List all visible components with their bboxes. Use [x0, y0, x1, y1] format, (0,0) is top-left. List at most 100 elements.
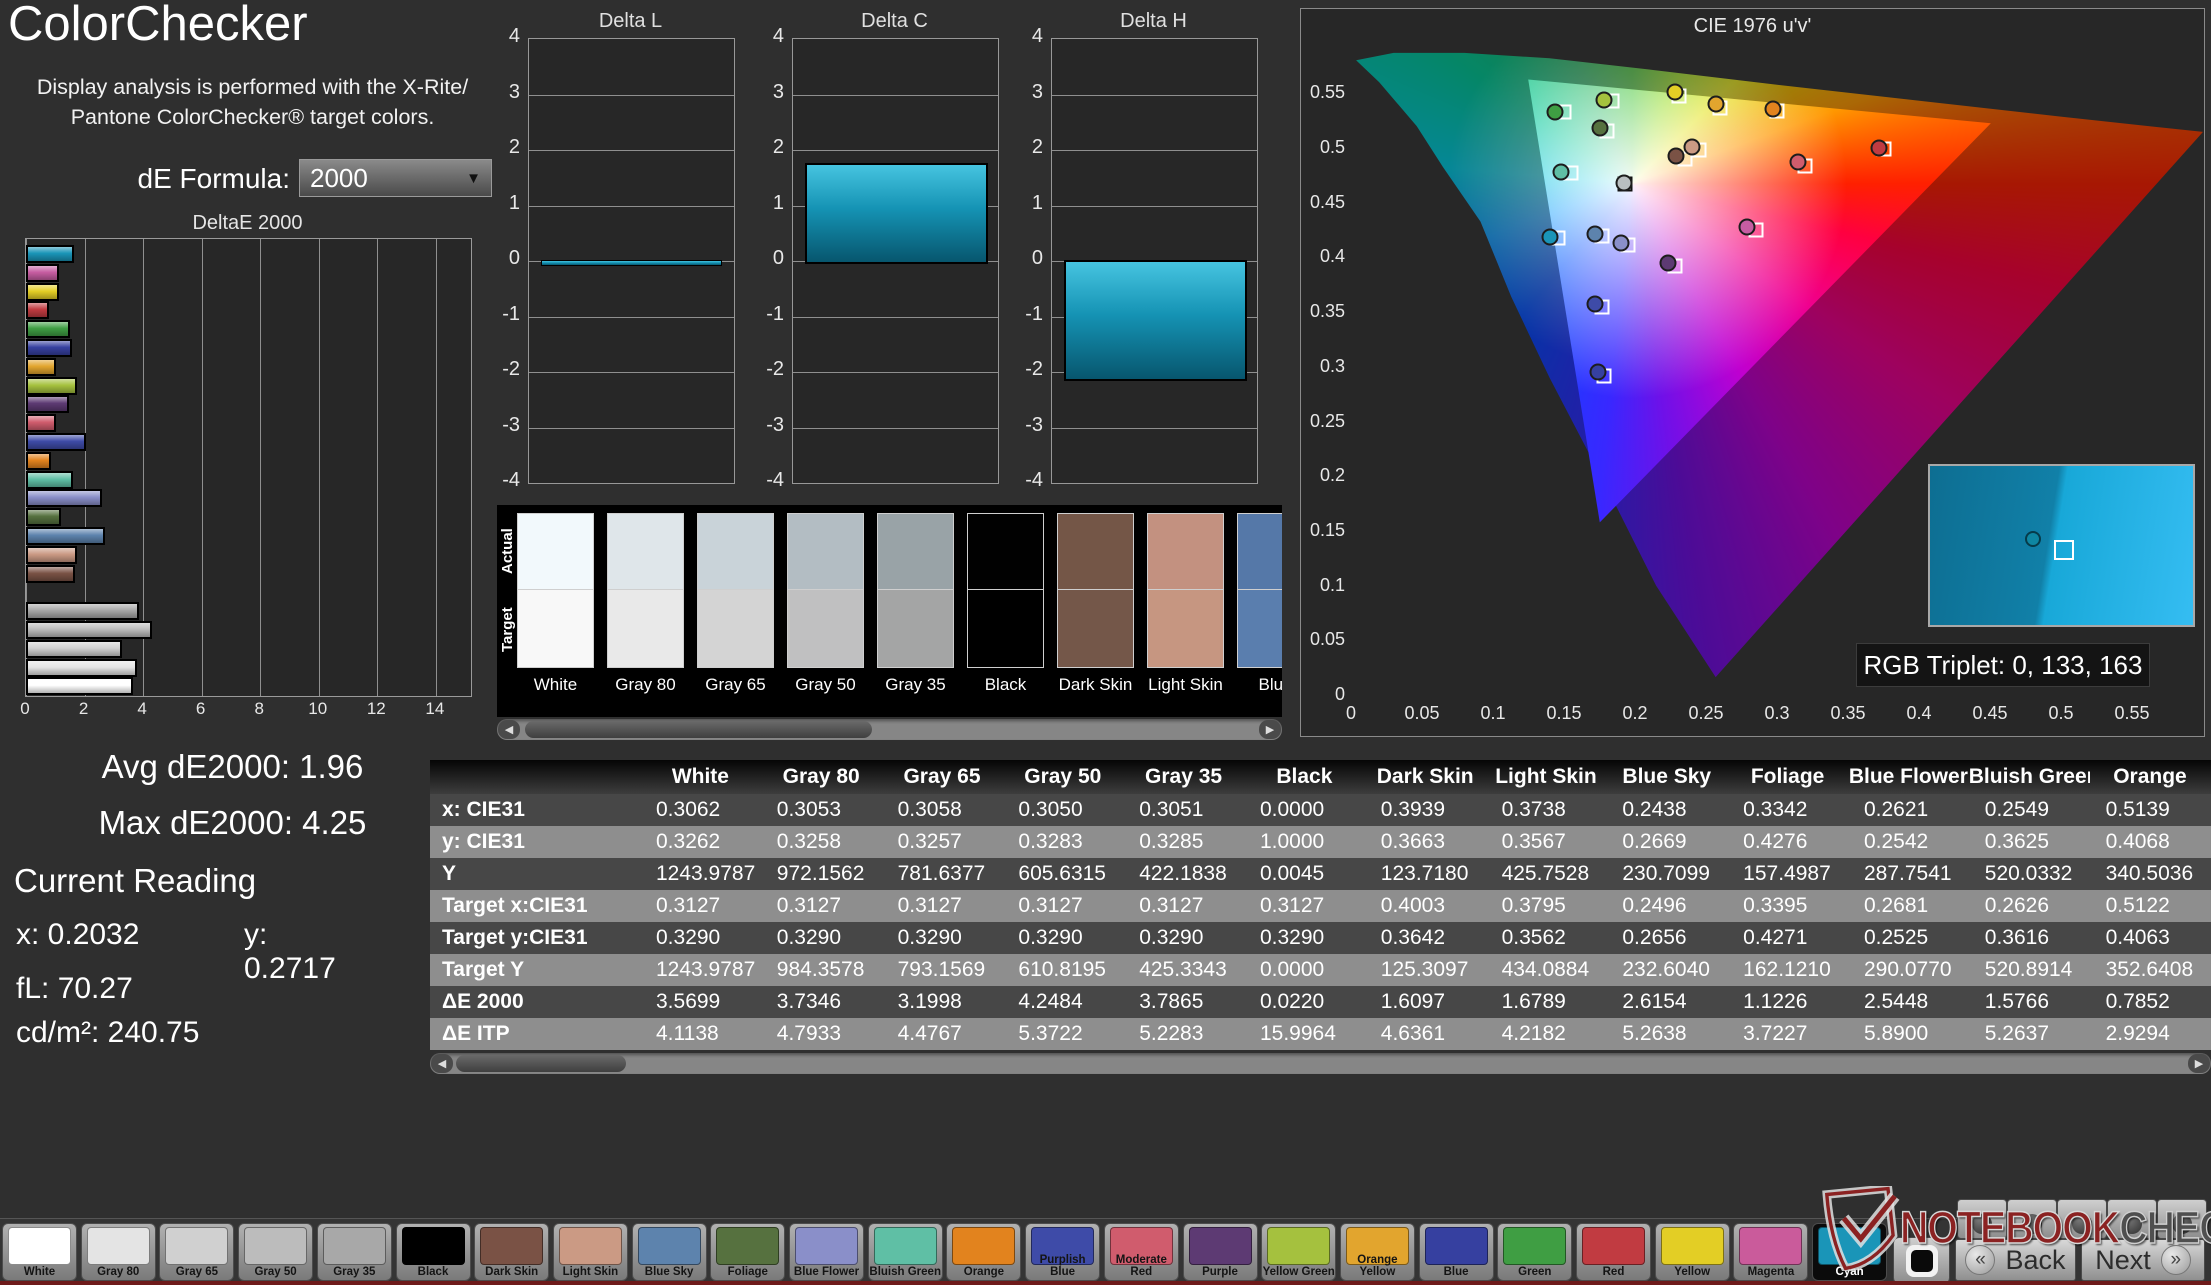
patch-tile-gray-80[interactable]: Gray 80 — [80, 1223, 156, 1281]
cie-measured-purplish-blue — [1586, 295, 1604, 313]
table-header-cell: Black — [1276, 765, 1333, 788]
deltae-bar-foliage — [26, 508, 61, 527]
patch-tile-dark-skin[interactable]: Dark Skin — [474, 1223, 550, 1281]
back-button[interactable]: « Back — [1955, 1239, 2076, 1281]
scroll-left-icon[interactable]: ◀ — [431, 1054, 453, 1073]
table-cell: 0.3127 — [776, 894, 842, 917]
table-cell: 984.3578 — [776, 958, 865, 981]
patch-tile-orange-yellow[interactable]: Orange Yellow — [1339, 1223, 1415, 1281]
toolbar-mini-button[interactable] — [2007, 1199, 2057, 1239]
swatch-label: Gray 50 — [795, 675, 856, 694]
avg-de2000-value: Avg dE2000: 1.96 — [101, 748, 364, 785]
de-formula-select[interactable]: 2000 ▼ — [299, 159, 492, 197]
cie-measured-blue-sky — [1586, 225, 1604, 243]
patch-swatch — [165, 1227, 229, 1265]
table-cell: 157.4987 — [1743, 862, 1831, 885]
swatch-scrollbar-thumb[interactable] — [525, 721, 872, 738]
next-button[interactable]: Next » — [2081, 1239, 2205, 1281]
cie-x-tick-label: 0.25 — [1688, 703, 1724, 723]
patch-tile-label: Bluish Green — [869, 1266, 941, 1278]
chevron-down-icon: ▼ — [466, 169, 481, 187]
current-cdm2-value: cd/m²: 240.75 — [16, 1016, 200, 1049]
patch-swatch — [8, 1227, 71, 1265]
table-cell: 0.3285 — [1139, 830, 1204, 853]
patch-tile-orange[interactable]: Orange — [946, 1223, 1022, 1281]
toolbar-mini-button[interactable] — [2057, 1199, 2107, 1239]
patch-selector-strip: White Gray 80 Gray 65 Gray 50 Gray 35 Black Da… — [0, 1199, 2211, 1283]
swatch-column-dark-skin — [1057, 513, 1134, 668]
cie-measured-cyan — [1541, 228, 1559, 246]
patch-tile-bluish-green[interactable]: Bluish Green — [867, 1223, 943, 1281]
current-reading-heading: Current Reading — [14, 862, 257, 899]
patch-tile-yellow[interactable]: Yellow — [1654, 1223, 1730, 1281]
patch-tile-black[interactable]: Black — [395, 1223, 471, 1281]
table-cell: 0.3642 — [1380, 926, 1446, 949]
row-label: Target y:CIE31 — [442, 926, 588, 949]
cie-x-tick-label: 0.45 — [1972, 703, 2008, 723]
patch-tile-purple[interactable]: Purple — [1182, 1223, 1258, 1281]
patch-tile-blue-sky[interactable]: Blue Sky — [631, 1223, 707, 1281]
table-scrollbar-thumb[interactable] — [456, 1055, 626, 1072]
patch-tile-light-skin[interactable]: Light Skin — [552, 1223, 628, 1281]
table-cell: 4.6361 — [1380, 1022, 1446, 1045]
table-cell: 0.3616 — [1984, 926, 2049, 949]
patch-tile-purplish-blue[interactable]: Purplish Blue — [1025, 1223, 1101, 1281]
patch-tile-blue-flower[interactable]: Blue Flower — [789, 1223, 864, 1281]
gridline — [529, 427, 734, 429]
patch-tile-cyan[interactable]: Cyan — [1812, 1223, 1888, 1281]
patch-tile-moderate-red[interactable]: Moderate Red — [1103, 1223, 1179, 1281]
patch-tile-white[interactable]: White — [2, 1223, 77, 1281]
axis-tick-label: -3 — [502, 413, 520, 436]
patch-tile-label: Purplish Blue — [1039, 1254, 1086, 1278]
table-cell: 0.0220 — [1259, 990, 1325, 1013]
patch-swatch — [1818, 1227, 1882, 1265]
table-cell: 2.6154 — [1622, 990, 1687, 1013]
actual-target-swatch-panel: Actual Target White Gray 80 Gray 65 Gray 50… — [497, 505, 1282, 717]
stop-button[interactable] — [1893, 1237, 1950, 1284]
deltae-bar-gray-80 — [26, 658, 138, 677]
table-row-y-cie31: y: CIE31 0.3262 0.3258 0.3257 0.3283 0.3285 1.… — [430, 826, 2211, 858]
cie-measured-white-point — [1615, 174, 1633, 192]
cie-measured-light-skin — [1683, 138, 1701, 156]
patch-tile-label: Blue — [1443, 1266, 1469, 1278]
patch-tile-gray-50[interactable]: Gray 50 — [238, 1223, 314, 1281]
swatch-actual — [517, 513, 594, 589]
toolbar-mini-button[interactable] — [1957, 1199, 2007, 1239]
patch-tile-magenta[interactable]: Magenta — [1733, 1223, 1809, 1281]
patch-tile-green[interactable]: Green — [1497, 1223, 1573, 1281]
row-label: Target Y — [442, 958, 525, 981]
patch-swatch — [873, 1227, 937, 1265]
swatch-actual — [607, 513, 684, 589]
patch-tile-yellow-green[interactable]: Yellow Green — [1261, 1223, 1337, 1281]
swatch-target — [1057, 589, 1134, 668]
chart-title-delta-h: Delta H — [1120, 10, 1187, 32]
swatch-actual — [1237, 513, 1282, 589]
swatch-label: Dark Skin — [1058, 675, 1133, 694]
cie-measured-blue-flower — [1612, 234, 1630, 252]
patch-tile-label: Red — [1602, 1266, 1625, 1278]
toolbar-mini-button[interactable] — [2157, 1199, 2207, 1239]
patch-tile-gray-65[interactable]: Gray 65 — [159, 1223, 235, 1281]
deltae-gridline — [201, 239, 203, 696]
patch-tile-red[interactable]: Red — [1576, 1223, 1651, 1281]
gridline — [793, 150, 998, 151]
scroll-left-icon[interactable]: ◀ — [498, 720, 520, 739]
gridline — [1052, 150, 1257, 151]
toolbar-mini-button[interactable] — [2107, 1199, 2157, 1239]
table-row--e-itp: ΔE ITP 4.1138 4.7933 4.4767 5.3722 5.2283 15.9… — [430, 1018, 2211, 1050]
cie-measured-orange-yellow — [1707, 95, 1725, 113]
table-row-target-y: Target Y 1243.9787 984.3578 793.1569 610.819… — [430, 954, 2211, 986]
patch-tile-label: Orange Yellow — [1357, 1254, 1398, 1278]
patch-tile-label: Yellow — [1674, 1266, 1711, 1278]
table-cell: 0.3062 — [656, 798, 721, 821]
scroll-right-icon[interactable]: ▶ — [1259, 720, 1281, 739]
table-cell: 287.7541 — [1863, 862, 1952, 885]
patch-tile-foliage[interactable]: Foliage — [710, 1223, 786, 1281]
scroll-right-icon[interactable]: ▶ — [2188, 1054, 2210, 1073]
cie-measured-purple — [1659, 254, 1677, 272]
axis-tick-label: 1 — [1031, 191, 1043, 214]
swatch-label: Blue — [1258, 675, 1282, 694]
patch-tile-blue[interactable]: Blue — [1418, 1223, 1494, 1281]
patch-tile-gray-35[interactable]: Gray 35 — [316, 1223, 392, 1281]
table-cell: 162.1210 — [1743, 958, 1831, 981]
